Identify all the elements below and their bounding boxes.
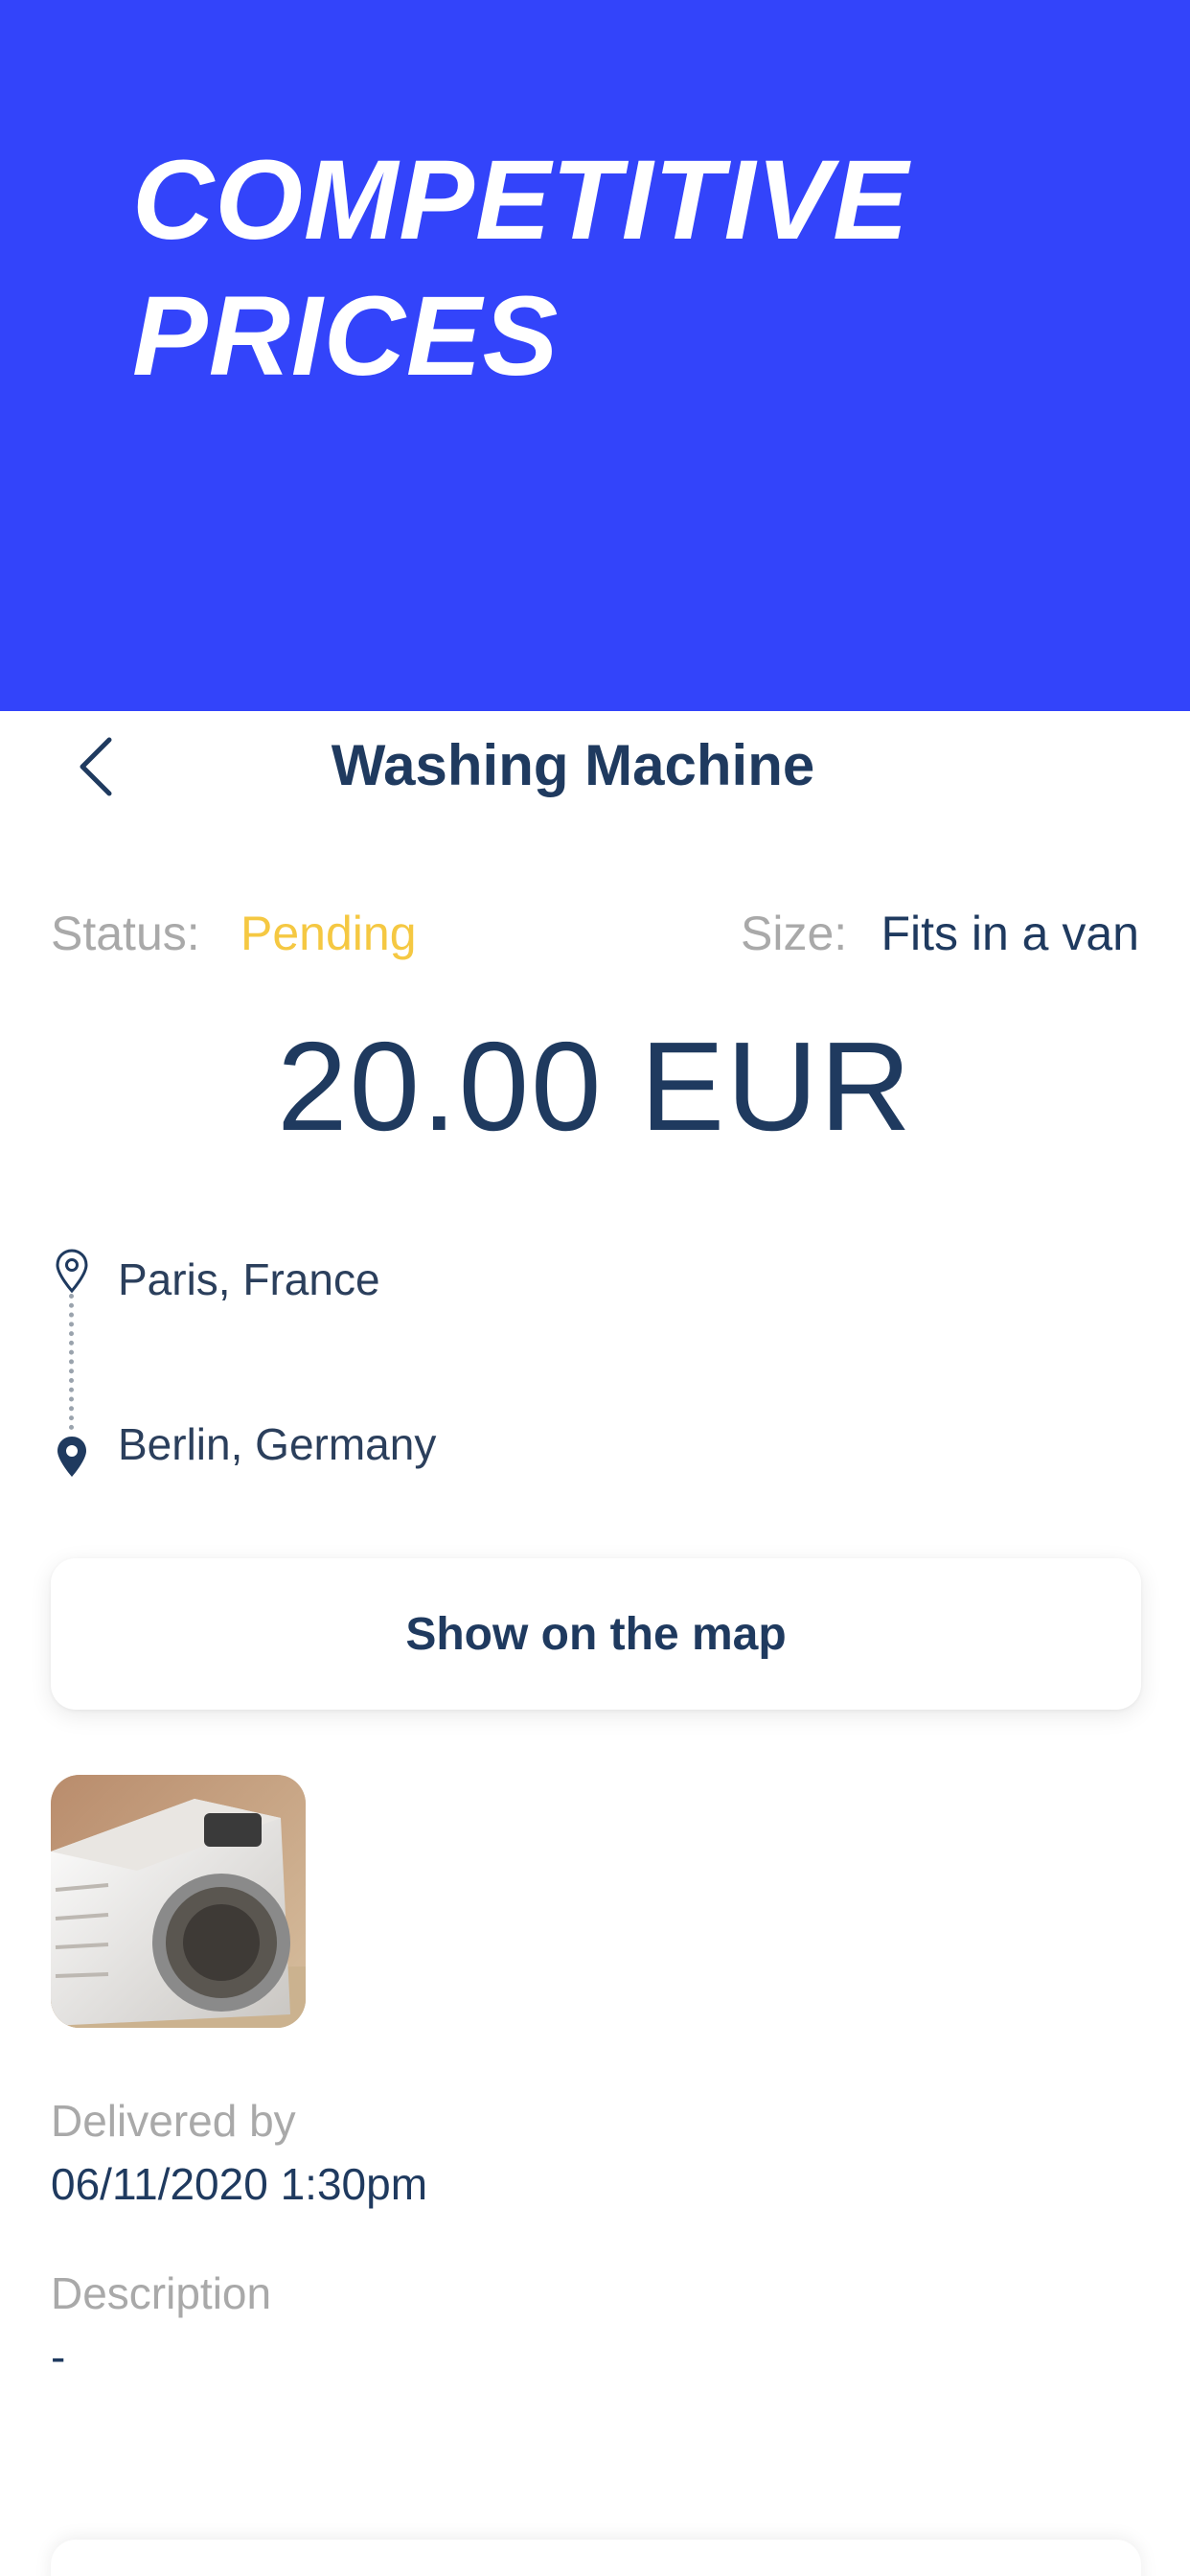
- description-value: -: [51, 2332, 66, 2381]
- banner-title-line-1: COMPETITIVE: [132, 137, 909, 264]
- description-label: Description: [51, 2268, 272, 2318]
- nav-bar: Washing Machine: [0, 711, 1190, 822]
- route-destination: Berlin, Germany: [118, 1419, 437, 1469]
- item-photo[interactable]: [51, 1775, 306, 2028]
- washing-machine-photo: [51, 1775, 306, 2028]
- status-label: Status:: [51, 907, 200, 960]
- banner-title: COMPETITIVE PRICES: [132, 132, 995, 404]
- route-connector: [69, 1294, 74, 1430]
- page-title: Washing Machine: [331, 733, 815, 797]
- size-label: Size:: [741, 907, 848, 960]
- route: Paris, France Berlin, Germany: [51, 1242, 1139, 1482]
- show-on-map-button[interactable]: Show on the map: [51, 1558, 1141, 1710]
- delivered-by-label: Delivered by: [51, 2096, 296, 2146]
- location-pin-filled-icon: [57, 1437, 86, 1477]
- price: 20.00 EUR: [277, 1016, 913, 1157]
- location-pin-outline-icon: [56, 1249, 88, 1294]
- banner-title-line-2: PRICES: [132, 273, 560, 400]
- status-badge: Pending: [240, 907, 417, 960]
- promo-banner: COMPETITIVE PRICES: [0, 0, 1190, 711]
- size-value: Fits in a van: [881, 907, 1139, 960]
- bottom-card: [51, 2540, 1141, 2576]
- item-detail-screen: COMPETITIVE PRICES Washing Machine Statu…: [0, 0, 1190, 2576]
- status-size-row: Status: Pending Size: Fits in a van: [51, 906, 1139, 963]
- delivered-by-value: 06/11/2020 1:30pm: [51, 2159, 428, 2209]
- route-origin: Paris, France: [118, 1254, 380, 1304]
